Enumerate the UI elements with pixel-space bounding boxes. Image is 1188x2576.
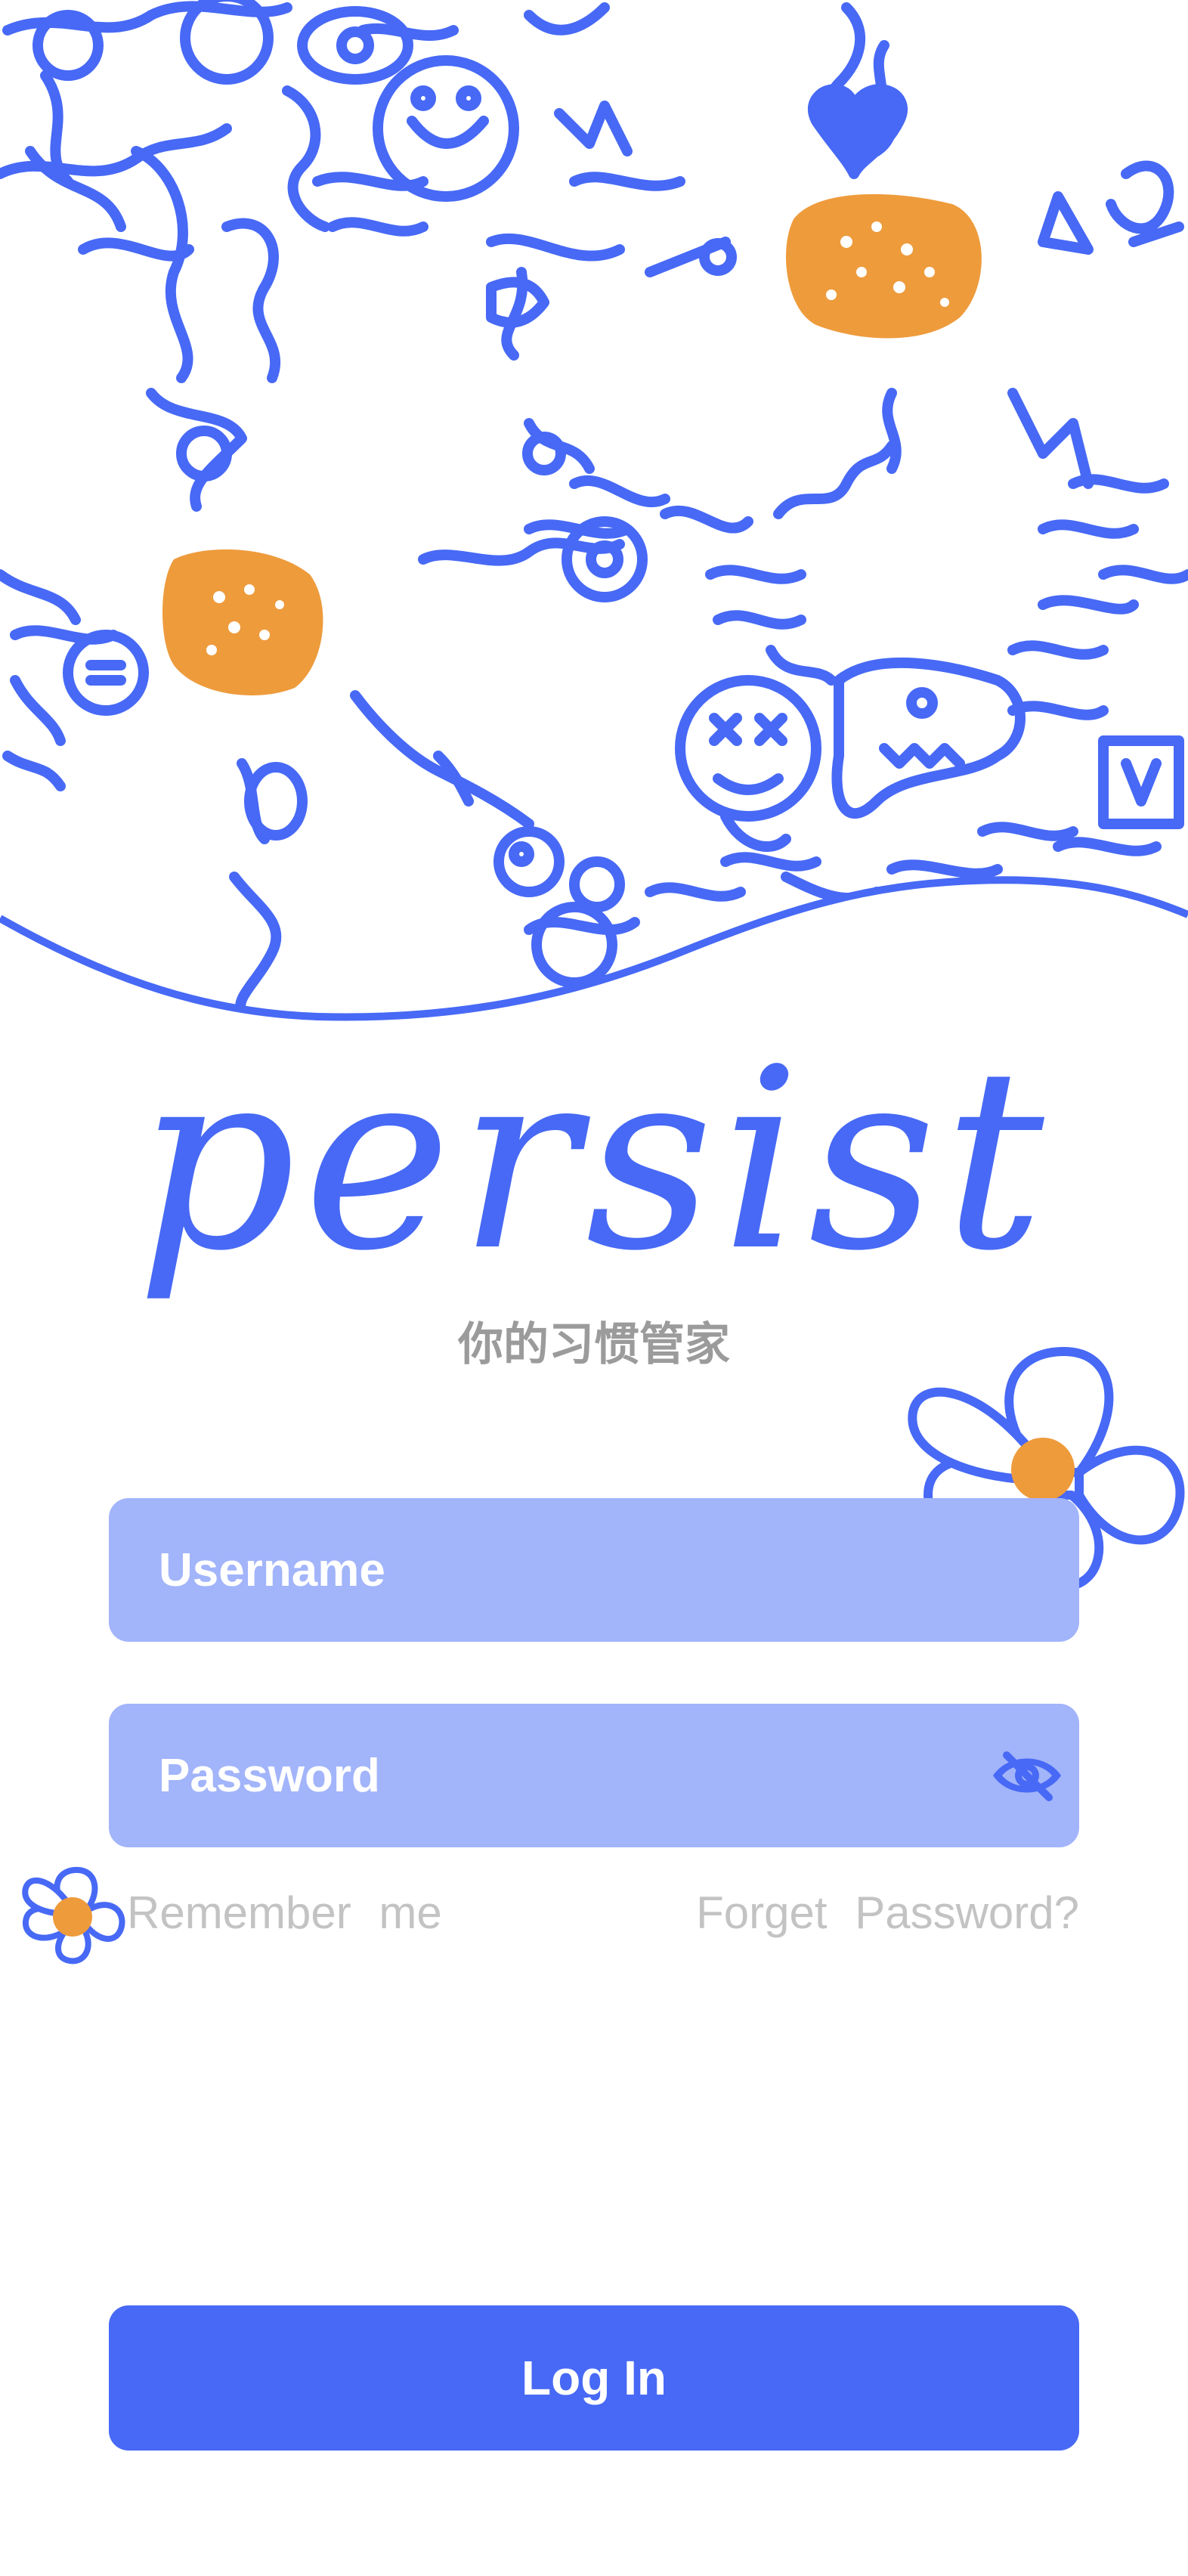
username-field-container — [109, 1498, 1079, 1642]
remember-me-label[interactable]: Remember me — [127, 1887, 442, 1939]
login-button[interactable]: Log In — [109, 2305, 1079, 2451]
hero-doodle-illustration — [0, 0, 1188, 1043]
app-logo: persist — [136, 1015, 1052, 1305]
login-options-row: Remember me Forget Password? — [0, 1887, 1188, 1947]
username-input[interactable] — [109, 1498, 1079, 1642]
login-screen: persist 你的习惯管家 Username Remember me Forg… — [0, 0, 1188, 2576]
eye-slash-icon[interactable] — [985, 1734, 1069, 1817]
password-input[interactable] — [109, 1704, 1079, 1847]
password-field-container — [109, 1704, 1079, 1847]
doodle-art — [0, 0, 1188, 1043]
forget-password-link[interactable]: Forget Password? — [696, 1887, 1079, 1939]
